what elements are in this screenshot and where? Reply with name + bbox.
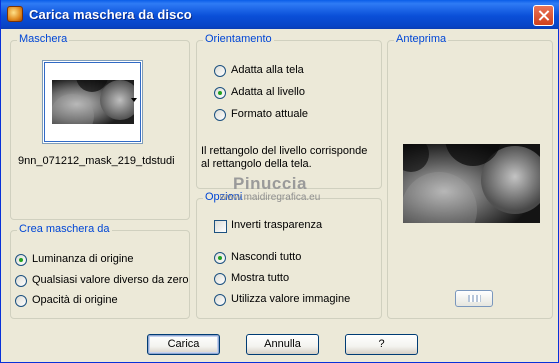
- window-title: Carica maschera da disco: [29, 7, 192, 22]
- annulla-button[interactable]: Annulla: [246, 334, 319, 355]
- radio-button[interactable]: [214, 273, 226, 285]
- radio-label: Opacità di origine: [32, 294, 118, 306]
- radio-label: Qualsiasi valore diverso da zero: [32, 274, 189, 286]
- radio-button[interactable]: [15, 275, 27, 287]
- opzioni-legend: Opzioni: [203, 191, 245, 203]
- zoom-icon: [468, 295, 481, 302]
- radio-button[interactable]: [214, 294, 226, 306]
- maschera-legend: Maschera: [17, 33, 70, 45]
- checkbox-label: Inverti trasparenza: [231, 219, 323, 231]
- anteprima-legend: Anteprima: [394, 33, 449, 45]
- mask-picker-focus: [44, 62, 141, 142]
- preview-image: [403, 144, 540, 223]
- title-bar[interactable]: Carica maschera da disco: [1, 0, 559, 29]
- radio-label: Utilizza valore immagine: [231, 293, 351, 305]
- mask-filename: 9nn_071212_mask_219_tdstudi: [18, 155, 175, 167]
- radio-label: Nascondi tutto: [231, 251, 302, 263]
- preview-zoom-button[interactable]: [455, 290, 493, 307]
- radio-button[interactable]: [214, 65, 226, 77]
- mask-picker[interactable]: [42, 60, 143, 144]
- radio-button[interactable]: [15, 295, 27, 307]
- app-icon: [7, 6, 23, 22]
- mask-thumbnail: [52, 80, 134, 124]
- radio-button[interactable]: [214, 87, 226, 99]
- radio-button[interactable]: [15, 254, 27, 266]
- crea-maschera-legend: Crea maschera da: [17, 223, 112, 235]
- radio-label: Formato attuale: [231, 108, 309, 120]
- chevron-down-icon[interactable]: [131, 98, 137, 102]
- radio-label: Adatta alla tela: [231, 64, 304, 76]
- radio-button[interactable]: [214, 109, 226, 121]
- help-button[interactable]: ?: [345, 334, 418, 355]
- orientamento-legend: Orientamento: [203, 33, 274, 45]
- orientamento-description: Il rettangolo del livello corrisponde al…: [201, 145, 368, 170]
- close-button[interactable]: [533, 5, 554, 26]
- radio-label: Luminanza di origine: [32, 253, 134, 265]
- radio-button[interactable]: [214, 252, 226, 264]
- radio-label: Adatta al livello: [231, 86, 305, 98]
- radio-label: Mostra tutto: [231, 272, 290, 284]
- carica-button[interactable]: Carica: [147, 334, 220, 355]
- dialog-window: Carica maschera da disco Maschera 9nn_07…: [0, 0, 559, 363]
- checkbox[interactable]: [214, 220, 227, 233]
